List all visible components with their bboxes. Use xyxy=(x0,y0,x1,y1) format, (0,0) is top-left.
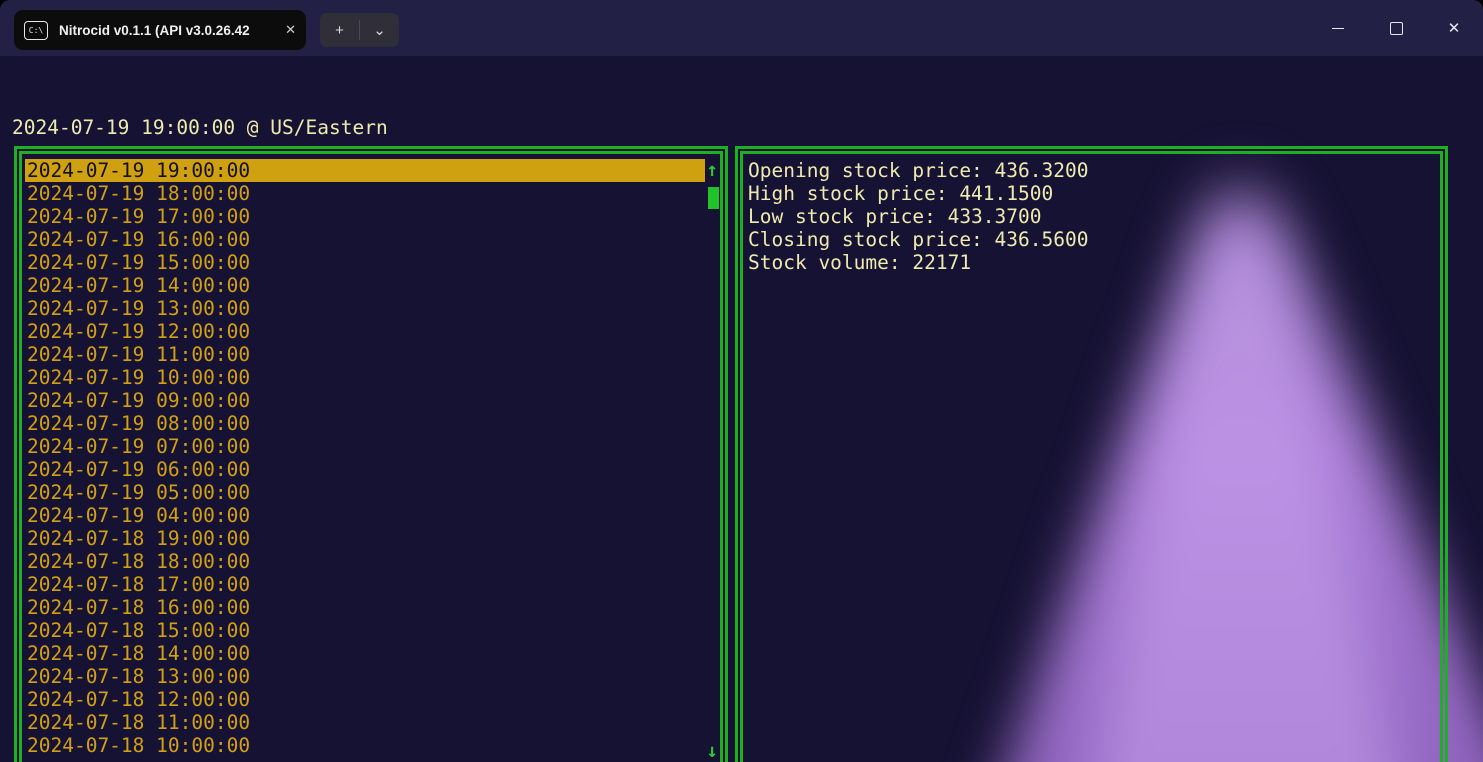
close-icon: ✕ xyxy=(1447,20,1461,37)
maximize-icon xyxy=(1389,21,1403,35)
timestamp-row[interactable]: 2024-07-18 13:00:00 xyxy=(25,665,705,688)
terminal-window: C:\ Nitrocid v0.1.1 (API v3.0.26.42 ✕ + … xyxy=(0,0,1483,762)
timestamp-row[interactable]: 2024-07-18 19:00:00 xyxy=(25,527,705,550)
window-controls: ✕ xyxy=(1309,0,1483,56)
timestamp-row[interactable]: 2024-07-19 09:00:00 xyxy=(25,389,705,412)
timestamp-row[interactable]: 2024-07-19 06:00:00 xyxy=(25,458,705,481)
timestamp-row[interactable]: 2024-07-19 16:00:00 xyxy=(25,228,705,251)
close-button[interactable]: ✕ xyxy=(1425,0,1483,56)
timestamp-row[interactable]: 2024-07-19 15:00:00 xyxy=(25,251,705,274)
stock-details-list: Opening stock price: 436.3200 High stock… xyxy=(746,159,1437,274)
stock-detail-line: High stock price: 441.1500 xyxy=(748,182,1054,205)
timestamp-row[interactable]: 2024-07-18 12:00:00 xyxy=(25,688,705,711)
new-tab-group: + ⌄ xyxy=(320,13,399,47)
current-time-header: 2024-07-19 19:00:00 @ US/Eastern xyxy=(12,116,388,139)
timestamp-row[interactable]: 2024-07-18 17:00:00 xyxy=(25,573,705,596)
timestamp-row[interactable]: 2024-07-19 19:00:00 xyxy=(25,159,705,182)
scroll-up-icon[interactable]: ↑ xyxy=(707,160,718,180)
timestamp-row[interactable]: 2024-07-19 05:00:00 xyxy=(25,481,705,504)
timestamp-row[interactable]: 2024-07-19 11:00:00 xyxy=(25,343,705,366)
timestamp-row[interactable]: 2024-07-19 17:00:00 xyxy=(25,205,705,228)
minimize-icon xyxy=(1332,27,1344,29)
timestamp-row[interactable]: 2024-07-19 18:00:00 xyxy=(25,182,705,205)
timestamp-panel: 2024-07-19 19:00:00 2024-07-19 18:00:00 … xyxy=(14,146,728,762)
scroll-down-icon[interactable]: ↓ xyxy=(707,741,718,761)
timestamp-row[interactable]: 2024-07-18 18:00:00 xyxy=(25,550,705,573)
new-tab-button[interactable]: + xyxy=(320,13,359,47)
timestamp-row[interactable]: 2024-07-18 14:00:00 xyxy=(25,642,705,665)
terminal-tab[interactable]: C:\ Nitrocid v0.1.1 (API v3.0.26.42 ✕ xyxy=(14,10,306,50)
timestamp-row[interactable]: 2024-07-19 10:00:00 xyxy=(25,366,705,389)
timestamp-row[interactable]: 2024-07-18 15:00:00 xyxy=(25,619,705,642)
stock-detail-line: Stock volume: 22171 xyxy=(748,251,972,274)
stock-detail-line: Opening stock price: 436.3200 xyxy=(748,159,1089,182)
scrollbar-thumb[interactable] xyxy=(708,187,719,209)
timestamp-row[interactable]: 2024-07-19 07:00:00 xyxy=(25,435,705,458)
timestamp-row[interactable]: 2024-07-19 12:00:00 xyxy=(25,320,705,343)
tab-title: Nitrocid v0.1.1 (API v3.0.26.42 xyxy=(59,22,250,38)
timestamp-row[interactable]: 2024-07-19 08:00:00 xyxy=(25,412,705,435)
timestamp-list: 2024-07-19 19:00:00 2024-07-19 18:00:00 … xyxy=(25,159,705,757)
tab-dropdown-button[interactable]: ⌄ xyxy=(360,13,399,47)
timestamp-row[interactable]: 2024-07-19 14:00:00 xyxy=(25,274,705,297)
timestamp-row[interactable]: 2024-07-19 04:00:00 xyxy=(25,504,705,527)
timestamp-row[interactable]: 2024-07-18 16:00:00 xyxy=(25,596,705,619)
command-prompt-icon: C:\ xyxy=(24,20,48,40)
stock-detail-line: Low stock price: 433.3700 xyxy=(748,205,1042,228)
timestamp-row[interactable]: 2024-07-19 13:00:00 xyxy=(25,297,705,320)
titlebar: C:\ Nitrocid v0.1.1 (API v3.0.26.42 ✕ + … xyxy=(0,0,1483,56)
minimize-button[interactable] xyxy=(1309,0,1367,56)
timestamp-row[interactable]: 2024-07-18 10:00:00 xyxy=(25,734,705,757)
maximize-button[interactable] xyxy=(1367,0,1425,56)
stock-detail-line: Closing stock price: 436.5600 xyxy=(748,228,1089,251)
terminal-screen: 2024-07-19 19:00:00 @ US/Eastern 2024-07… xyxy=(0,56,1483,762)
tab-close-icon[interactable]: ✕ xyxy=(285,22,296,38)
stock-details-panel: Opening stock price: 436.3200 High stock… xyxy=(735,146,1448,762)
timestamp-row[interactable]: 2024-07-18 11:00:00 xyxy=(25,711,705,734)
